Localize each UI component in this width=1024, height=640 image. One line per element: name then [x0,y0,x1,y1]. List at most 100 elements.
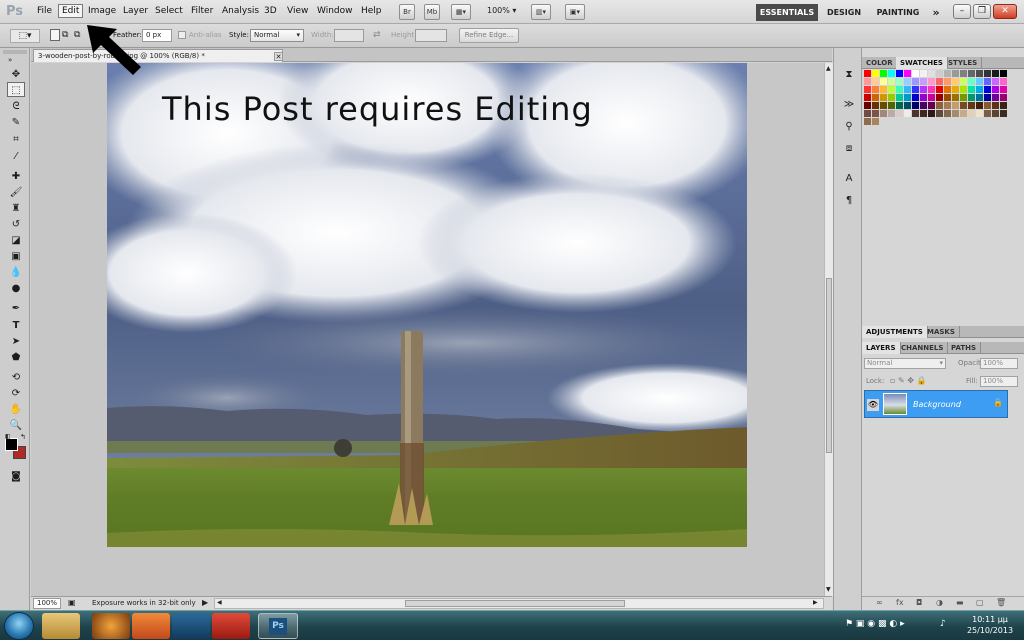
swatch[interactable] [960,94,967,101]
tab-layers[interactable]: LAYERS [862,342,901,354]
swatch[interactable] [896,70,903,77]
swatch[interactable] [1000,110,1007,117]
system-clock[interactable]: 10:11 μμ 25/10/2013 [962,614,1018,636]
swatches-grid[interactable] [864,70,1008,138]
swatch[interactable] [936,86,943,93]
swatch[interactable] [864,118,871,125]
swatch[interactable] [936,78,943,85]
tab-paths[interactable]: PATHS [947,342,982,354]
swatch[interactable] [1000,78,1007,85]
swatch[interactable] [904,78,911,85]
dodge-tool-icon[interactable]: ● [7,281,25,296]
swatch[interactable] [952,110,959,117]
new-adjustment-layer-icon[interactable]: ◑ [936,598,943,607]
swatch[interactable] [872,102,879,109]
crop-tool-icon[interactable]: ⌗ [7,132,25,147]
swatch[interactable] [904,102,911,109]
swatch[interactable] [976,70,983,77]
menu-image[interactable]: Image [85,5,119,17]
swatch[interactable] [976,86,983,93]
subtract-selection-icon[interactable]: ⧉ [74,30,80,40]
powerpoint-taskbar-icon[interactable] [132,613,170,639]
swatch[interactable] [976,102,983,109]
swatch[interactable] [976,110,983,117]
tray-icons[interactable]: ⚑ ▣ ◉ ▩ ◐ ▸ [845,619,905,629]
photoshop-active-taskbar-icon[interactable]: Ps [258,613,298,639]
swatch[interactable] [944,110,951,117]
layer-visibility-eye-icon[interactable]: 👁 [867,399,879,411]
swatch[interactable] [896,94,903,101]
menu-window[interactable]: Window [314,5,356,17]
close-document-icon[interactable]: ✕ [274,52,283,61]
swatch[interactable] [880,78,887,85]
firefox-taskbar-icon[interactable] [92,613,130,639]
scroll-left-icon[interactable]: ◀ [217,599,222,606]
volume-icon[interactable]: ♪ [940,619,946,629]
swatch[interactable] [960,86,967,93]
swatch[interactable] [888,102,895,109]
more-workspaces-button[interactable]: » [929,4,943,21]
swatch[interactable] [920,86,927,93]
scroll-down-icon[interactable]: ▼ [826,586,831,593]
workspace-essentials[interactable]: ESSENTIALS [756,4,818,21]
swatch[interactable] [944,78,951,85]
hand-tool-icon[interactable]: ✋ [7,402,25,417]
swatch[interactable] [984,78,991,85]
swatch[interactable] [936,110,943,117]
swatch[interactable] [960,78,967,85]
minimize-button[interactable]: – [953,4,971,19]
swatch[interactable] [968,110,975,117]
swatch[interactable] [944,86,951,93]
lasso-tool-icon[interactable]: ᘓ [7,99,25,114]
swatch[interactable] [992,110,999,117]
shape-tool-icon[interactable]: ⬟ [7,350,25,365]
pen-tool-icon[interactable]: ✒ [7,301,25,316]
tab-channels[interactable]: CHANNELS [897,342,949,354]
width-field[interactable] [334,29,364,42]
refine-edge-button[interactable]: Refine Edge... [459,28,519,43]
swatch[interactable] [880,94,887,101]
swatch[interactable] [912,86,919,93]
photoshop-taskbar-icon[interactable] [172,613,210,639]
explorer-taskbar-icon[interactable] [42,613,80,639]
menu-layer[interactable]: Layer [120,5,151,17]
swatch[interactable] [864,78,871,85]
menu-select[interactable]: Select [152,5,186,17]
swap-colors-icon[interactable]: ↰ [20,433,26,441]
swatch[interactable] [888,110,895,117]
screen-mode-button[interactable]: ▣▾ [565,4,585,20]
collapse-tools-icon[interactable]: » [8,56,12,64]
swatch[interactable] [888,78,895,85]
document-image[interactable] [107,63,747,547]
swatch[interactable] [912,102,919,109]
swatch[interactable] [896,102,903,109]
swatch[interactable] [912,70,919,77]
menu-help[interactable]: Help [358,5,385,17]
document-tab[interactable]: 3-wooden-post-by-robert.jpg @ 100% (RGB/… [33,49,283,62]
swatch[interactable] [976,78,983,85]
character-panel-icon[interactable]: A [842,172,856,186]
status-menu-arrow-icon[interactable]: ▶ [202,598,208,607]
launch-mini-bridge-button[interactable]: Mb [424,4,440,20]
menu-view[interactable]: View [284,5,311,17]
swatch[interactable] [960,102,967,109]
fill-field[interactable]: 100% [980,376,1018,387]
swatch[interactable] [984,110,991,117]
height-field[interactable] [415,29,447,42]
status-zoom-field[interactable]: 100% [33,598,61,609]
paragraph-panel-icon[interactable]: ¶ [842,194,856,208]
swatch[interactable] [936,102,943,109]
swatch[interactable] [944,102,951,109]
swatch[interactable] [928,102,935,109]
swatch[interactable] [920,94,927,101]
add-to-selection-icon[interactable]: ⧉ [62,30,68,40]
swatch[interactable] [872,70,879,77]
swatch[interactable] [984,94,991,101]
style-select[interactable]: Normal ▾ [250,29,304,42]
swatch[interactable] [944,70,951,77]
tab-swatches[interactable]: SWATCHES [896,57,948,69]
actions-panel-icon[interactable]: ≫ [842,98,856,112]
menu-file[interactable]: File [34,5,55,17]
swatch[interactable] [928,94,935,101]
quick-mask-mode-icon[interactable]: ◙ [7,469,25,484]
